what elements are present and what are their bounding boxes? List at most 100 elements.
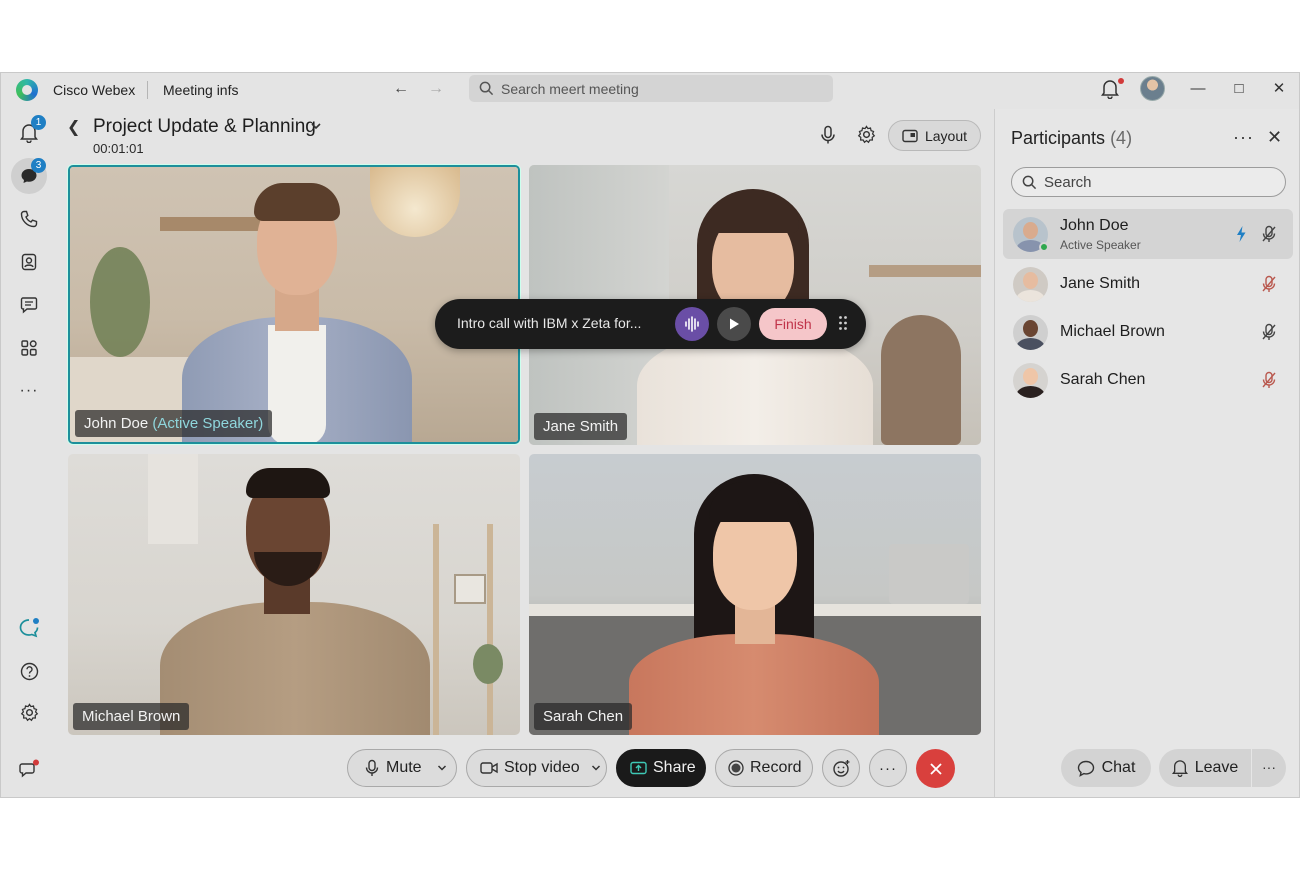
- finish-button[interactable]: Finish: [759, 308, 827, 340]
- sarah-chen-name-tag: Sarah Chen: [534, 703, 633, 730]
- mute-button[interactable]: Mute: [347, 749, 457, 787]
- rail-messages[interactable]: [11, 287, 47, 323]
- rail-help[interactable]: [11, 653, 47, 689]
- panel-close-icon[interactable]: ✕: [1267, 127, 1282, 148]
- layout-icon: [902, 129, 918, 142]
- more-dots-icon: ···: [1262, 759, 1276, 775]
- rail-feedback[interactable]: [11, 751, 47, 787]
- panel-more-icon[interactable]: ···: [1233, 127, 1254, 148]
- mic-muted-icon[interactable]: [1261, 371, 1277, 389]
- participants-title: Participants (4): [1011, 128, 1132, 149]
- play-button[interactable]: [717, 307, 751, 341]
- more-dots-icon: ···: [19, 382, 39, 399]
- participants-count: (4): [1110, 128, 1133, 148]
- search-icon: [1022, 175, 1037, 190]
- top-search-input[interactable]: [501, 75, 821, 102]
- participant-row-sarah-chen[interactable]: Sarah Chen: [1003, 355, 1293, 405]
- close-window-icon[interactable]: ✕: [1268, 78, 1290, 100]
- participants-label: Participants: [1011, 128, 1106, 148]
- rail-apps[interactable]: [11, 330, 47, 366]
- minimize-icon[interactable]: —: [1187, 78, 1209, 100]
- wall-shelf: [869, 265, 981, 277]
- play-icon: [730, 318, 739, 330]
- meeting-back-icon[interactable]: ❮: [67, 117, 80, 137]
- back-arrow-icon[interactable]: ←: [391, 79, 411, 99]
- avatar: [1013, 315, 1048, 350]
- forward-arrow-icon[interactable]: →: [426, 79, 446, 99]
- phone-icon: [20, 210, 38, 228]
- participant-role: Active Speaker: [1060, 238, 1141, 252]
- mannequin: [881, 315, 961, 445]
- mute-label: Mute: [386, 759, 422, 776]
- apps-grid-icon: [21, 340, 37, 356]
- mic-muted-icon[interactable]: [1261, 275, 1277, 293]
- rail-settings[interactable]: [11, 694, 47, 730]
- microphone-icon: [365, 759, 379, 776]
- stop-video-button[interactable]: Stop video: [466, 749, 607, 787]
- leave-button[interactable]: Leave: [1159, 749, 1251, 787]
- participant-row-jane-smith[interactable]: Jane Smith: [1003, 259, 1293, 309]
- reactions-button[interactable]: [822, 749, 860, 787]
- settings-gear-icon[interactable]: [857, 125, 876, 144]
- chevron-down-icon[interactable]: [436, 762, 448, 774]
- chat-label: Chat: [1101, 759, 1136, 776]
- rail-messaging[interactable]: 3: [11, 158, 47, 194]
- participant-name: Sarah Chen: [1060, 371, 1146, 388]
- video-tile-michael-brown[interactable]: Michael Brown: [68, 454, 520, 735]
- rail-calling[interactable]: [11, 201, 47, 237]
- participant-row-michael-brown[interactable]: Michael Brown: [1003, 307, 1293, 357]
- rail-contacts[interactable]: [11, 244, 47, 280]
- video-tile-sarah-chen[interactable]: Sarah Chen: [529, 454, 981, 735]
- share-button[interactable]: Share: [616, 749, 706, 787]
- user-avatar[interactable]: [1140, 76, 1165, 101]
- mic-muted-icon[interactable]: [1261, 323, 1277, 341]
- online-status-dot: [1039, 242, 1049, 252]
- participant-name: Michael Brown: [1060, 323, 1165, 340]
- drag-handle-icon[interactable]: [838, 315, 848, 331]
- recording-pill: Intro call with IBM x Zeta for... Finish: [435, 299, 866, 349]
- more-dots-icon: ···: [879, 759, 897, 777]
- gear-icon: [20, 702, 38, 721]
- participant-search-input[interactable]: [1044, 168, 1274, 196]
- more-options-button[interactable]: ···: [869, 749, 907, 787]
- tile-name: Sarah Chen: [543, 708, 624, 725]
- stop-video-label: Stop video: [504, 759, 580, 776]
- pendant-lamp: [370, 167, 460, 237]
- share-label: Share: [653, 759, 696, 776]
- contact-card-icon: [21, 253, 37, 271]
- chat-button[interactable]: Chat: [1061, 749, 1151, 787]
- emoji-reaction-icon: [832, 759, 849, 777]
- participant-search[interactable]: [1011, 167, 1286, 197]
- avatar: [1013, 267, 1048, 302]
- chevron-down-icon[interactable]: [309, 119, 323, 133]
- close-icon: [929, 762, 942, 775]
- tile-name: Jane Smith: [543, 418, 619, 435]
- notification-bell-button[interactable]: [1101, 78, 1124, 104]
- assistant-chat-icon: [19, 618, 39, 638]
- avatar: [1013, 363, 1048, 398]
- wall-shelf: [160, 217, 270, 231]
- layout-button[interactable]: Layout: [888, 120, 981, 151]
- record-button[interactable]: Record: [715, 749, 813, 787]
- chevron-down-icon[interactable]: [590, 762, 602, 774]
- microphone-icon[interactable]: [819, 125, 837, 145]
- appliance: [889, 544, 969, 604]
- audio-wave-button[interactable]: [675, 307, 709, 341]
- rail-webex-assistant[interactable]: [11, 610, 47, 646]
- john-doe-name-tag: John Doe (Active Speaker): [75, 410, 273, 437]
- meeting-info-tab[interactable]: Meeting infs: [163, 82, 238, 98]
- tile-name: Michael Brown: [82, 708, 181, 725]
- feedback-bubble-icon: [19, 759, 39, 778]
- rail-notifications[interactable]: 1: [11, 115, 47, 151]
- chat-badge: 3: [31, 158, 46, 173]
- participant-row-john-doe[interactable]: John Doe Active Speaker: [1003, 209, 1293, 259]
- chat-bubble-icon: [1077, 760, 1094, 777]
- audio-waveform-icon: [685, 316, 699, 332]
- mic-off-icon[interactable]: [1261, 225, 1277, 243]
- maximize-icon[interactable]: □: [1228, 78, 1250, 100]
- end-call-button[interactable]: [916, 749, 955, 788]
- participant-name: Jane Smith: [1060, 275, 1141, 292]
- top-search-bar[interactable]: [469, 75, 833, 102]
- rail-more[interactable]: ···: [11, 373, 47, 409]
- tile-name: John Doe: [84, 415, 149, 432]
